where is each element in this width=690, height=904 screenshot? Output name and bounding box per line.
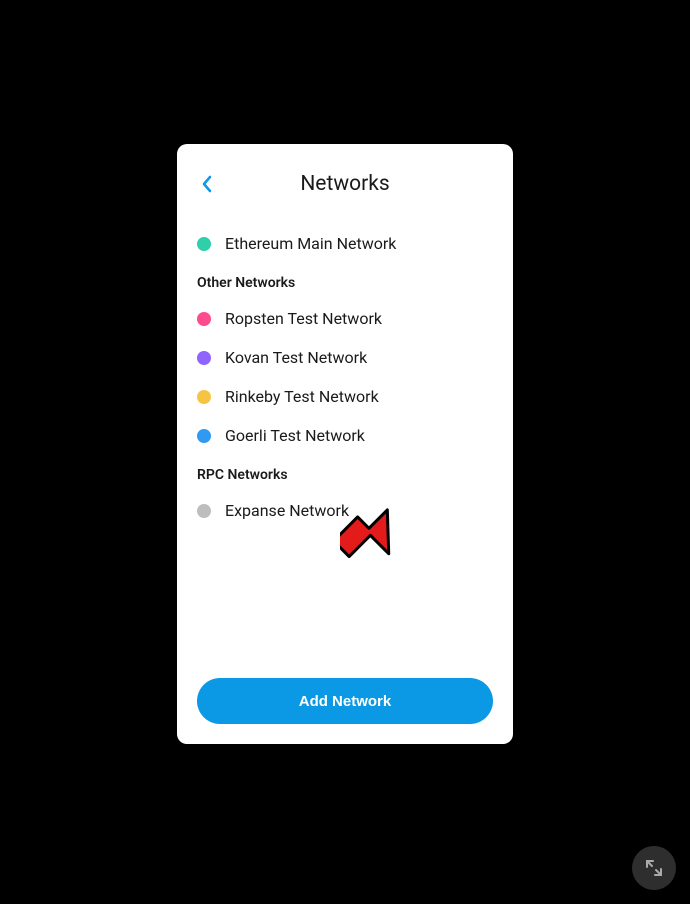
- section-header-rpc: RPC Networks: [197, 467, 493, 483]
- network-item-expanse[interactable]: Expanse Network: [197, 491, 493, 530]
- add-network-button[interactable]: Add Network: [197, 678, 493, 724]
- network-item-goerli[interactable]: Goerli Test Network: [197, 416, 493, 455]
- network-label: Kovan Test Network: [225, 348, 367, 367]
- network-item-ethereum-main[interactable]: Ethereum Main Network: [197, 224, 493, 263]
- network-dot: [197, 390, 211, 404]
- network-dot: [197, 237, 211, 251]
- expand-button[interactable]: [632, 846, 676, 890]
- expand-icon: [645, 859, 663, 877]
- network-item-kovan[interactable]: Kovan Test Network: [197, 338, 493, 377]
- section-header-other: Other Networks: [197, 275, 493, 291]
- network-dot: [197, 429, 211, 443]
- network-dot: [197, 351, 211, 365]
- network-label: Goerli Test Network: [225, 426, 365, 445]
- network-item-rinkeby[interactable]: Rinkeby Test Network: [197, 377, 493, 416]
- chevron-left-icon: [201, 175, 213, 193]
- network-label: Rinkeby Test Network: [225, 387, 379, 406]
- page-title: Networks: [300, 172, 389, 196]
- modal-header: Networks: [197, 172, 493, 196]
- back-button[interactable]: [197, 171, 217, 197]
- network-label: Expanse Network: [225, 501, 349, 520]
- network-dot: [197, 504, 211, 518]
- network-dot: [197, 312, 211, 326]
- networks-modal: Networks Ethereum Main Network Other Net…: [177, 144, 513, 744]
- network-label: Ethereum Main Network: [225, 234, 396, 253]
- network-item-ropsten[interactable]: Ropsten Test Network: [197, 299, 493, 338]
- network-label: Ropsten Test Network: [225, 309, 382, 328]
